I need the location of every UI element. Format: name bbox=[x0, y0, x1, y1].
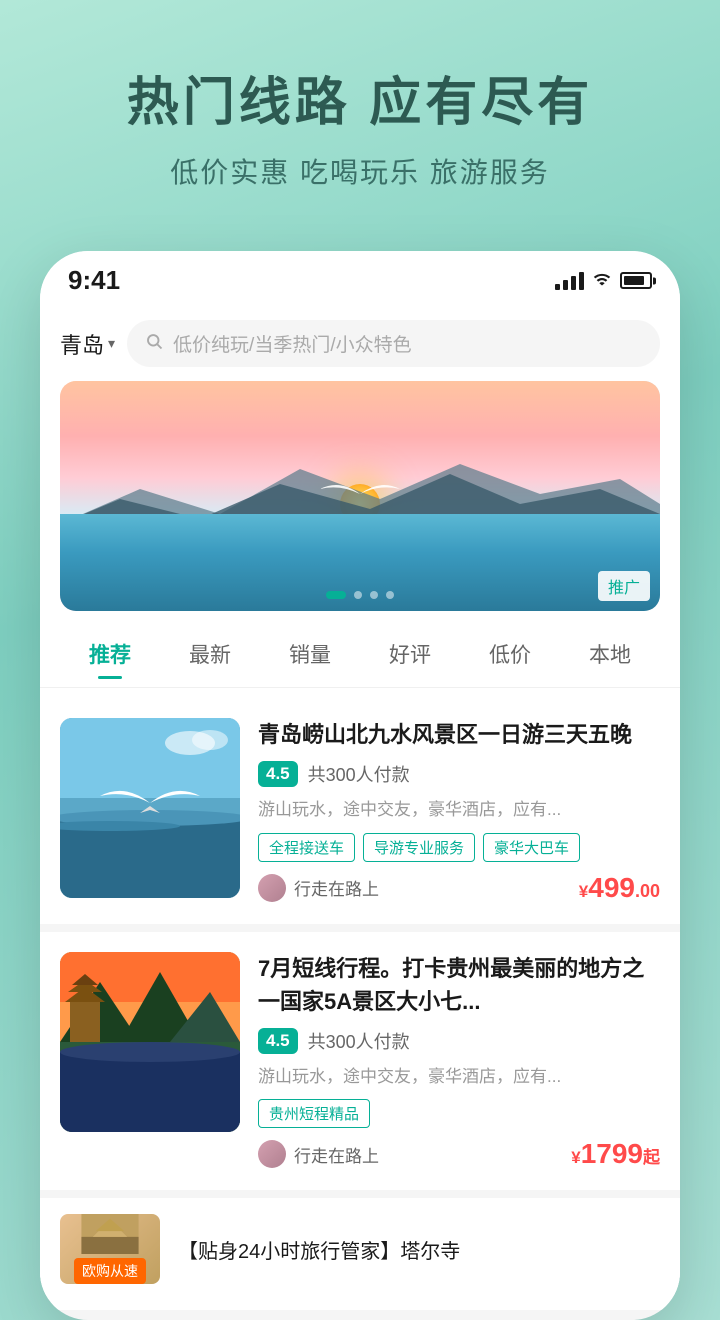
banner-dot-4[interactable] bbox=[386, 591, 394, 599]
seller-info-1: 行走在路上 bbox=[258, 874, 379, 902]
promotion-badge: 欧购从速 bbox=[74, 1258, 146, 1284]
location-selector[interactable]: 青岛 ▾ bbox=[60, 328, 115, 360]
tag-1-1: 全程接送车 bbox=[258, 833, 355, 862]
promoted-badge: 推广 bbox=[598, 571, 650, 601]
tag-1-3: 豪华大巴车 bbox=[483, 833, 580, 862]
banner-image bbox=[60, 381, 660, 611]
seller-avatar-2 bbox=[258, 1140, 286, 1168]
search-box[interactable]: 低价纯玩/当季热门/小众特色 bbox=[127, 320, 660, 367]
wifi-icon bbox=[592, 270, 612, 291]
search-input[interactable]: 低价纯玩/当季热门/小众特色 bbox=[173, 330, 412, 357]
banner[interactable]: 推广 bbox=[60, 381, 660, 611]
rating-badge-1: 4.5 bbox=[258, 761, 298, 787]
product-image-3: 欧购从速 bbox=[60, 1214, 160, 1284]
battery-icon bbox=[620, 272, 652, 289]
seller-name-1: 行走在路上 bbox=[294, 875, 379, 900]
rating-row-2: 4.5 共300人付款 bbox=[258, 1028, 660, 1054]
seller-price-row-2: 行走在路上 ¥1799起 bbox=[258, 1138, 660, 1170]
product-title-1: 青岛崂山北九水风景区一日游三天五晚 bbox=[258, 718, 660, 751]
tab-low-price[interactable]: 低价 bbox=[460, 631, 560, 677]
banner-dot-3[interactable] bbox=[370, 591, 378, 599]
seller-price-row-1: 行走在路上 ¥499.00 bbox=[258, 872, 660, 904]
phone-mockup: 9:41 青岛 ▾ bbox=[40, 251, 680, 1320]
banner-dot-2[interactable] bbox=[354, 591, 362, 599]
hero-subtitle: 低价实惠 吃喝玩乐 旅游服务 bbox=[20, 151, 700, 191]
product-price-1: ¥499.00 bbox=[579, 872, 660, 904]
tab-rating[interactable]: 好评 bbox=[360, 631, 460, 677]
tag-2-1: 贵州短程精品 bbox=[258, 1099, 370, 1128]
location-text: 青岛 bbox=[60, 328, 104, 360]
product-desc-2: 游山玩水，途中交友，豪华酒店，应有... bbox=[258, 1064, 660, 1090]
rating-badge-2: 4.5 bbox=[258, 1028, 298, 1054]
category-tabs: 推荐 最新 销量 好评 低价 本地 bbox=[40, 611, 680, 688]
product-title-2: 7月短线行程。打卡贵州最美丽的地方之一国家5A景区大小七... bbox=[258, 952, 660, 1018]
seller-avatar-1 bbox=[258, 874, 286, 902]
tab-local[interactable]: 本地 bbox=[560, 631, 660, 677]
tags-row-2: 贵州短程精品 bbox=[258, 1099, 660, 1128]
seller-info-2: 行走在路上 bbox=[258, 1140, 379, 1168]
app-content: 青岛 ▾ 低价纯玩/当季热门/小众特色 bbox=[40, 306, 680, 1310]
status-icons bbox=[555, 270, 652, 291]
product-image-1 bbox=[60, 718, 240, 898]
product-info-1: 青岛崂山北九水风景区一日游三天五晚 4.5 共300人付款 游山玩水，途中交友，… bbox=[258, 718, 660, 904]
guizhou-svg bbox=[60, 952, 240, 1132]
product-card-3-preview[interactable]: 欧购从速 【贴身24小时旅行管家】塔尔寺 bbox=[40, 1198, 680, 1300]
taer-temple-svg bbox=[60, 1214, 160, 1254]
seabird-card-icon bbox=[100, 778, 200, 828]
third-card-title: 【贴身24小时旅行管家】塔尔寺 bbox=[178, 1235, 460, 1264]
signal-icon bbox=[555, 272, 584, 290]
product-card-2[interactable]: 7月短线行程。打卡贵州最美丽的地方之一国家5A景区大小七... 4.5 共300… bbox=[40, 932, 680, 1199]
product-info-2: 7月短线行程。打卡贵州最美丽的地方之一国家5A景区大小七... 4.5 共300… bbox=[258, 952, 660, 1171]
seller-name-2: 行走在路上 bbox=[294, 1142, 379, 1167]
status-time: 9:41 bbox=[68, 265, 120, 296]
hero-title: 热门线路 应有尽有 bbox=[20, 60, 700, 135]
tab-newest[interactable]: 最新 bbox=[160, 631, 260, 677]
search-icon bbox=[145, 332, 163, 355]
tags-row-1: 全程接送车 导游专业服务 豪华大巴车 bbox=[258, 833, 660, 862]
product-desc-1: 游山玩水，途中交友，豪华酒店，应有... bbox=[258, 797, 660, 823]
tag-1-2: 导游专业服务 bbox=[363, 833, 475, 862]
product-card-1[interactable]: 青岛崂山北九水风景区一日游三天五晚 4.5 共300人付款 游山玩水，途中交友，… bbox=[40, 698, 680, 932]
status-bar: 9:41 bbox=[40, 251, 680, 306]
chevron-down-icon: ▾ bbox=[108, 335, 115, 352]
seabird-illustration bbox=[320, 474, 400, 514]
third-card-info: 【贴身24小时旅行管家】塔尔寺 bbox=[178, 1235, 460, 1264]
tab-recommended[interactable]: 推荐 bbox=[60, 631, 160, 677]
product-list: 青岛崂山北九水风景区一日游三天五晚 4.5 共300人付款 游山玩水，途中交友，… bbox=[40, 688, 680, 1310]
rating-row-1: 4.5 共300人付款 bbox=[258, 761, 660, 787]
tab-sales[interactable]: 销量 bbox=[260, 631, 360, 677]
search-bar-row: 青岛 ▾ 低价纯玩/当季热门/小众特色 bbox=[40, 306, 680, 381]
rating-count-2: 共300人付款 bbox=[308, 1028, 410, 1054]
product-price-2: ¥1799起 bbox=[571, 1138, 660, 1170]
product-image-2 bbox=[60, 952, 240, 1132]
banner-dot-1[interactable] bbox=[326, 591, 346, 599]
banner-dots bbox=[326, 591, 394, 599]
hero-section: 热门线路 应有尽有 低价实惠 吃喝玩乐 旅游服务 bbox=[0, 0, 720, 221]
rating-count-1: 共300人付款 bbox=[308, 761, 410, 787]
